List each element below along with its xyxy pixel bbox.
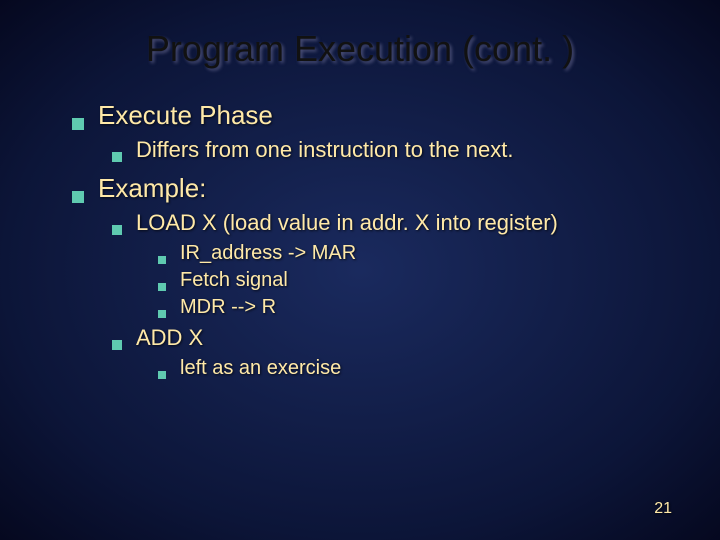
bullet-text: Execute Phase bbox=[98, 100, 273, 131]
title-text: Program Execution (cont. ) bbox=[146, 28, 574, 69]
square-bullet-icon bbox=[158, 371, 166, 379]
bullet-level2: ADD X bbox=[112, 325, 680, 351]
slide: Program Execution (cont. ) Execute Phase… bbox=[0, 0, 720, 540]
slide-content: Execute Phase Differs from one instructi… bbox=[0, 100, 720, 380]
bullet-level3: MDR --> R bbox=[158, 296, 680, 319]
bullet-text: Example: bbox=[98, 173, 206, 204]
square-bullet-icon bbox=[158, 283, 166, 291]
bullet-text: left as an exercise bbox=[180, 357, 341, 380]
bullet-level3: IR_address -> MAR bbox=[158, 242, 680, 265]
bullet-text: ADD X bbox=[136, 325, 203, 351]
bullet-level2: Differs from one instruction to the next… bbox=[112, 137, 680, 163]
bullet-text: IR_address -> MAR bbox=[180, 242, 356, 265]
bullet-text: LOAD X (load value in addr. X into regis… bbox=[136, 210, 558, 236]
bullet-level1: Execute Phase bbox=[72, 100, 680, 131]
slide-title: Program Execution (cont. ) bbox=[0, 0, 720, 90]
bullet-text: MDR --> R bbox=[180, 296, 276, 319]
square-bullet-icon bbox=[72, 191, 84, 203]
bullet-text: Differs from one instruction to the next… bbox=[136, 137, 513, 163]
square-bullet-icon bbox=[112, 340, 122, 350]
bullet-level2: LOAD X (load value in addr. X into regis… bbox=[112, 210, 680, 236]
square-bullet-icon bbox=[158, 310, 166, 318]
square-bullet-icon bbox=[158, 256, 166, 264]
bullet-level3: left as an exercise bbox=[158, 357, 680, 380]
page-number: 21 bbox=[654, 500, 672, 518]
square-bullet-icon bbox=[72, 118, 84, 130]
square-bullet-icon bbox=[112, 152, 122, 162]
bullet-level3: Fetch signal bbox=[158, 269, 680, 292]
bullet-text: Fetch signal bbox=[180, 269, 288, 292]
square-bullet-icon bbox=[112, 225, 122, 235]
bullet-level1: Example: bbox=[72, 173, 680, 204]
